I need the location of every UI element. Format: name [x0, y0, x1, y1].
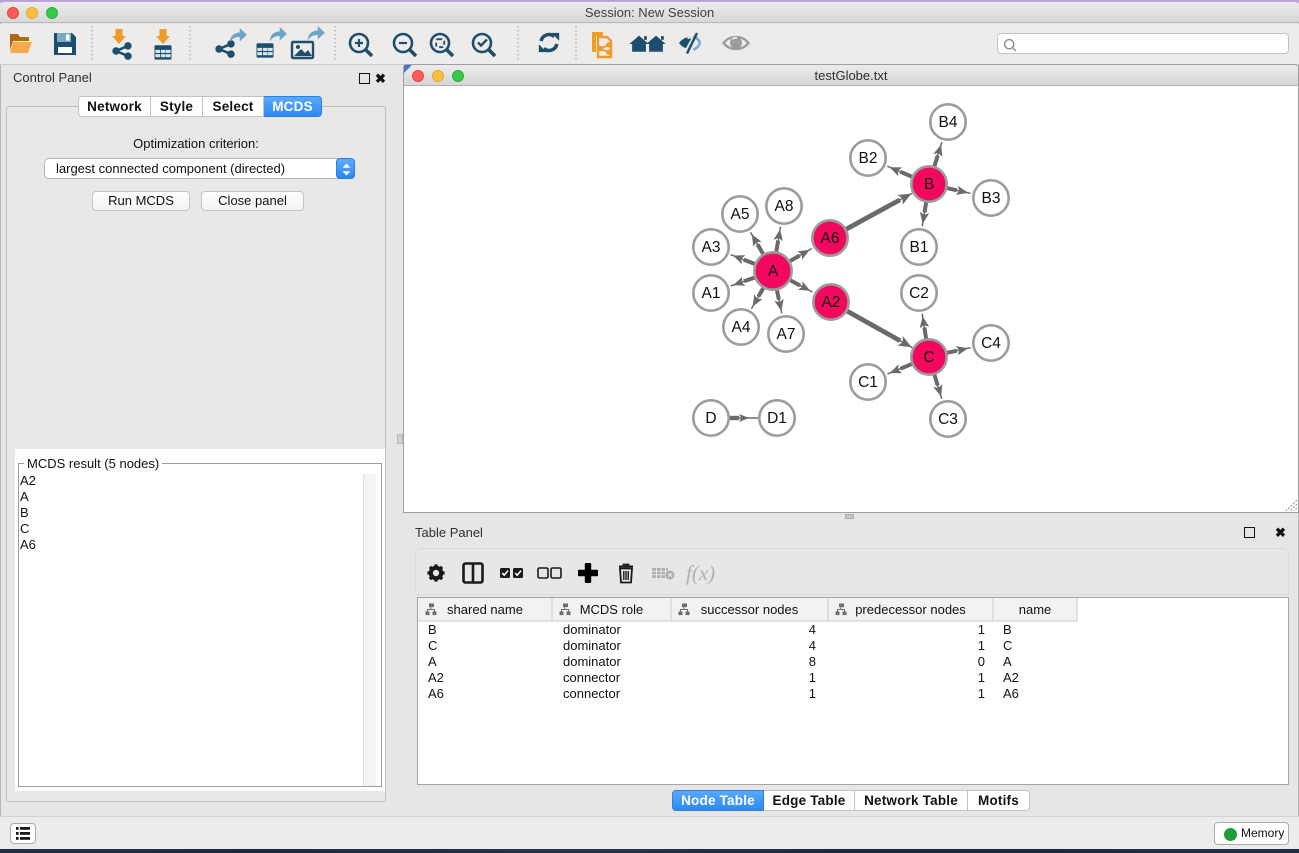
svg-text:A7: A7	[777, 326, 796, 343]
svg-text:A4: A4	[732, 319, 751, 336]
svg-text:A6: A6	[428, 686, 444, 701]
svg-text:1: 1	[809, 670, 816, 685]
svg-text:A3: A3	[702, 239, 721, 256]
svg-text:B1: B1	[910, 239, 929, 256]
svg-text:B3: B3	[982, 190, 1001, 207]
svg-text:C: C	[923, 349, 934, 366]
svg-text:A2: A2	[822, 294, 841, 311]
svg-text:A6: A6	[1003, 686, 1019, 701]
svg-text:A6: A6	[821, 230, 840, 247]
svg-text:dominator: dominator	[563, 638, 621, 653]
svg-text:B4: B4	[939, 114, 958, 131]
svg-text:D: D	[705, 410, 716, 427]
svg-text:A2: A2	[1003, 670, 1019, 685]
svg-text:connector: connector	[563, 670, 621, 685]
svg-text:f(x): f(x)	[686, 561, 715, 585]
svg-text:shared name: shared name	[447, 602, 523, 617]
svg-text:A2: A2	[428, 670, 444, 685]
svg-text:D1: D1	[767, 410, 787, 427]
svg-text:8: 8	[809, 654, 816, 669]
svg-text:A5: A5	[731, 206, 750, 223]
svg-text:name: name	[1019, 602, 1052, 617]
svg-text:C2: C2	[909, 285, 929, 302]
svg-text:1: 1	[809, 686, 816, 701]
svg-text:connector: connector	[563, 686, 621, 701]
svg-text:1: 1	[978, 686, 985, 701]
svg-text:0: 0	[978, 654, 985, 669]
svg-text:MCDS role: MCDS role	[580, 602, 644, 617]
svg-text:A: A	[768, 263, 779, 280]
svg-text:1: 1	[978, 622, 985, 637]
svg-text:dominator: dominator	[563, 654, 621, 669]
svg-text:A: A	[428, 654, 437, 669]
svg-text:C1: C1	[858, 374, 878, 391]
svg-text:successor nodes: successor nodes	[701, 602, 799, 617]
svg-text:1: 1	[978, 670, 985, 685]
svg-text:A1: A1	[702, 285, 721, 302]
svg-text:B2: B2	[859, 150, 878, 167]
svg-text:C: C	[1003, 638, 1012, 653]
svg-text:B: B	[428, 622, 437, 637]
svg-text:1: 1	[978, 638, 985, 653]
svg-text:dominator: dominator	[563, 622, 621, 637]
svg-text:C4: C4	[981, 335, 1001, 352]
svg-text:4: 4	[809, 622, 816, 637]
svg-text:C: C	[428, 638, 437, 653]
svg-text:predecessor nodes: predecessor nodes	[855, 602, 966, 617]
svg-text:B: B	[1003, 622, 1012, 637]
svg-text:4: 4	[809, 638, 816, 653]
svg-text:B: B	[924, 176, 934, 193]
svg-text:C3: C3	[938, 411, 958, 428]
svg-text:A8: A8	[775, 198, 794, 215]
svg-text:A: A	[1003, 654, 1012, 669]
